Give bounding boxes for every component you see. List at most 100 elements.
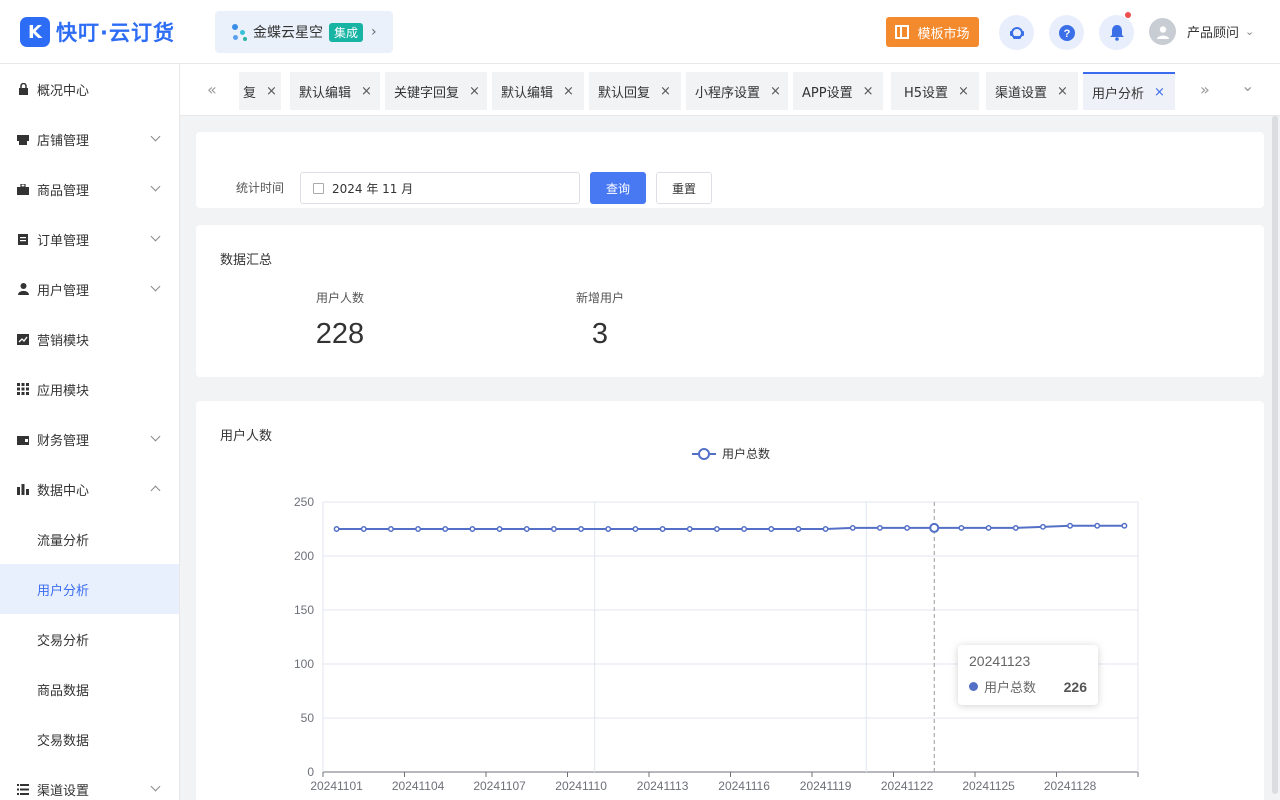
chevron-down-icon: [150, 431, 161, 442]
y-tick-label: 200: [294, 549, 314, 563]
x-tick-label: 20241122: [881, 779, 934, 793]
sidebar-subitem-trade-data[interactable]: 交易数据: [0, 714, 179, 764]
tab-app-settings[interactable]: APP设置 ×: [793, 72, 883, 110]
tab-miniprogram-settings[interactable]: 小程序设置 ×: [686, 72, 788, 110]
tabs-scroll-right-icon[interactable]: »: [1200, 80, 1210, 99]
data-point: [1039, 523, 1046, 530]
tab-keyword-reply[interactable]: 关键字回复 ×: [385, 72, 487, 110]
help-icon: ?: [1058, 24, 1075, 41]
tab-partial-reply[interactable]: 复 ×: [239, 72, 281, 110]
close-icon[interactable]: ×: [469, 84, 480, 99]
tabs-more-icon[interactable]: ⌄: [1241, 76, 1254, 95]
sidebar-item-data-center[interactable]: 数据中心: [0, 464, 179, 514]
sidebar-subitem-product-data[interactable]: 商品数据: [0, 664, 179, 714]
data-point: [333, 526, 340, 532]
x-tick-label: 20241104: [392, 779, 445, 793]
sidebar-item-overview[interactable]: 概况中心: [0, 64, 179, 114]
store-icon: [16, 134, 30, 145]
template-market-button[interactable]: 模板市场: [886, 17, 979, 47]
sidebar-item-orders[interactable]: 订单管理: [0, 214, 179, 264]
kingdee-integration-link[interactable]: 金蝶云星空 集成 ›: [215, 11, 393, 53]
chevron-up-icon: [150, 485, 161, 496]
close-icon[interactable]: ×: [863, 84, 874, 99]
stat-value: 3: [591, 318, 609, 350]
sidebar-subitem-user-analysis[interactable]: 用户分析: [0, 564, 179, 614]
data-point: [387, 526, 394, 532]
integration-name: 金蝶云星空: [253, 25, 323, 41]
close-icon[interactable]: ×: [1154, 85, 1165, 100]
y-tick-label: 250: [294, 495, 314, 509]
sidebar-item-label: 营销模块: [37, 333, 90, 349]
chevron-down-icon: [150, 131, 161, 142]
data-point: [929, 522, 940, 533]
tabs-scroll-left-icon[interactable]: «: [207, 80, 217, 99]
sidebar-item-label: 财务管理: [37, 433, 90, 449]
query-button[interactable]: 查询: [590, 172, 646, 204]
data-point: [550, 526, 557, 532]
data-point: [741, 526, 748, 532]
sidebar-item-label: 渠道设置: [37, 783, 90, 799]
x-tick-label: 20241128: [1044, 779, 1097, 793]
sidebar-item-apps[interactable]: 应用模块: [0, 364, 179, 414]
tab-bar: « 复 × 默认编辑 × 关键字回复 × 默认编辑 × 默认回复 × 小程序设置…: [180, 64, 1280, 116]
sidebar-item-products[interactable]: 商品管理: [0, 164, 179, 214]
close-icon[interactable]: ×: [361, 84, 372, 99]
tab-h5-settings[interactable]: H5设置 ×: [891, 72, 979, 110]
sidebar-item-label: 用户管理: [37, 283, 90, 299]
tab-default-reply[interactable]: 默认回复 ×: [589, 72, 681, 110]
calendar-icon: [313, 182, 324, 194]
sidebar-item-finance[interactable]: 财务管理: [0, 414, 179, 464]
sidebar-item-marketing[interactable]: 营销模块: [0, 314, 179, 364]
close-icon[interactable]: ×: [770, 84, 781, 99]
legend-marker: [698, 448, 710, 460]
sidebar-item-label: 店铺管理: [37, 133, 90, 149]
data-point: [768, 526, 775, 532]
close-icon[interactable]: ×: [660, 84, 671, 99]
close-icon[interactable]: ×: [958, 84, 969, 99]
sidebar-item-label: 概况中心: [37, 83, 90, 99]
tab-channel-settings[interactable]: 渠道设置 ×: [986, 72, 1078, 110]
x-tick-label: 20241107: [473, 779, 526, 793]
data-point: [1067, 522, 1074, 529]
tab-label: H5设置: [904, 85, 949, 101]
sidebar-item-users[interactable]: 用户管理: [0, 264, 179, 314]
reset-button[interactable]: 重置: [656, 172, 712, 204]
user-menu[interactable]: 产品顾问 ⌄: [1149, 18, 1254, 45]
customer-service-button[interactable]: [999, 15, 1034, 50]
data-point: [1094, 522, 1101, 529]
user-count-line-chart: 0 50 100 150 200 250 20241101 20241104 20241107 2…: [294, 446, 1139, 793]
y-tick-label: 100: [294, 657, 314, 671]
tab-label: 用户分析: [1092, 86, 1145, 102]
stat-time-label: 统计时间: [236, 181, 285, 195]
notification-button[interactable]: [1099, 12, 1134, 50]
svg-text:?: ?: [1063, 28, 1070, 40]
caret-down-icon: ⌄: [1245, 25, 1255, 38]
chevron-down-icon: [150, 781, 161, 792]
month-picker[interactable]: 2024 年 11 月: [300, 172, 580, 204]
close-icon[interactable]: ×: [1057, 84, 1068, 99]
stat-user-count: 用户人数 228: [300, 289, 380, 351]
lock-icon: [16, 83, 30, 95]
tab-user-analysis[interactable]: 用户分析 ×: [1083, 72, 1175, 110]
main-scrollbar-thumb[interactable]: [1272, 116, 1278, 794]
sidebar-item-channel-settings[interactable]: 渠道设置: [0, 764, 179, 800]
y-tick-label: 50: [301, 711, 315, 725]
close-icon[interactable]: ×: [563, 84, 574, 99]
user-name: 产品顾问: [1187, 26, 1240, 41]
data-point: [1121, 522, 1128, 529]
sidebar-subitem-trade-analysis[interactable]: 交易分析: [0, 614, 179, 664]
template-icon: [895, 25, 910, 39]
tab-default-edit-2[interactable]: 默认编辑 ×: [492, 72, 584, 110]
data-point: [822, 526, 829, 532]
sidebar-subitem-traffic[interactable]: 流量分析: [0, 514, 179, 564]
help-button[interactable]: ?: [1049, 15, 1084, 50]
close-icon[interactable]: ×: [266, 84, 277, 99]
stat-new-users: 新增用户 3: [560, 289, 640, 351]
avatar-icon: [1149, 18, 1176, 45]
summary-card: 数据汇总 用户人数 228 新增用户 3: [196, 225, 1264, 377]
app-logo[interactable]: K 快叮·云订货: [20, 16, 175, 48]
tab-default-edit[interactable]: 默认编辑 ×: [290, 72, 380, 110]
data-point: [795, 526, 802, 532]
sidebar-item-store[interactable]: 店铺管理: [0, 114, 179, 164]
customer-service-icon: [1009, 26, 1024, 39]
